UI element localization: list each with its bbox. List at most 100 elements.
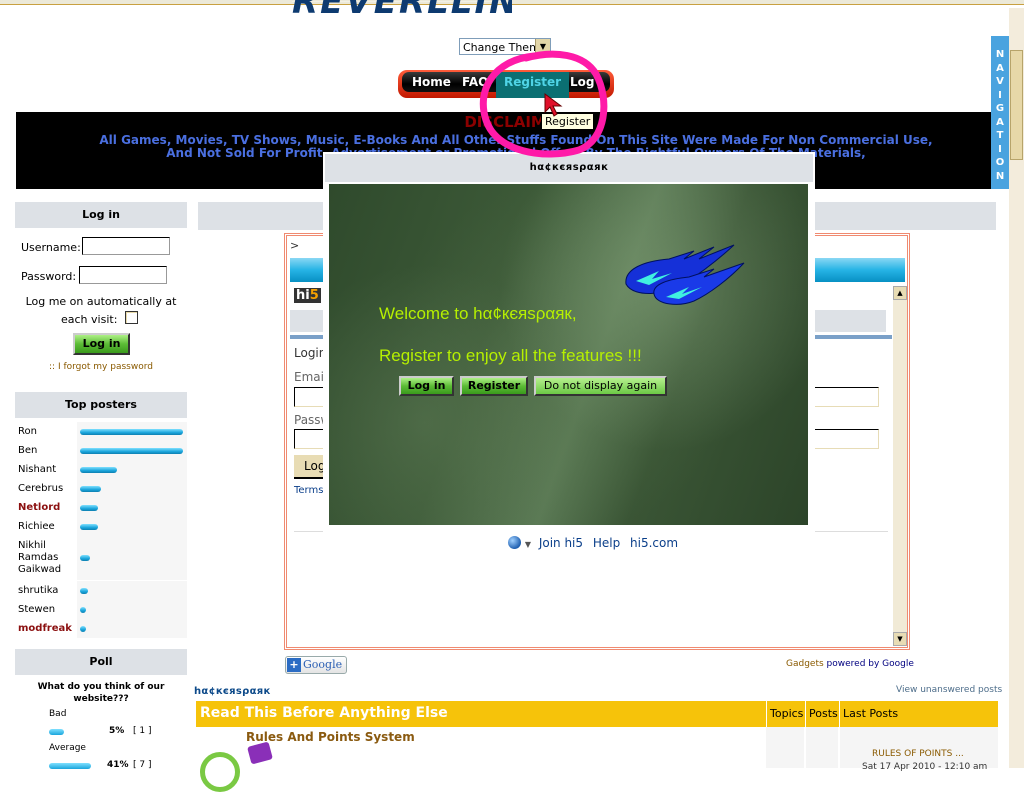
- side-tab-letter: N: [995, 170, 1005, 182]
- category-header: Read This Before Anything Else Topics Po…: [196, 701, 998, 727]
- top-poster-bar: [80, 428, 183, 435]
- top-poster-bar-cell: [77, 536, 187, 580]
- hi5-com-link[interactable]: hi5.com: [630, 536, 678, 550]
- hi5-logo: hi5: [294, 288, 321, 303]
- last-post-link[interactable]: RULES OF POINTS ...: [872, 749, 964, 759]
- top-poster-name[interactable]: Nishant: [18, 464, 76, 476]
- password-input[interactable]: [79, 266, 167, 284]
- username-input[interactable]: [82, 237, 170, 255]
- column-topics: Topics: [770, 707, 804, 720]
- powered-by-google[interactable]: powered by Google: [827, 659, 914, 669]
- poll-option-votes: [ 7 ]: [133, 760, 152, 770]
- side-tab-letter: N: [995, 49, 1005, 60]
- top-poster-row: Ben: [15, 441, 187, 460]
- login-submit-button[interactable]: Log in: [73, 333, 130, 355]
- modal-login-button[interactable]: Log in: [399, 376, 454, 396]
- top-poster-bar: [80, 625, 86, 632]
- navigation-side-tab[interactable]: N A V I G A T I O N: [991, 36, 1009, 189]
- add-to-google-button[interactable]: + Google: [285, 656, 347, 674]
- top-poster-name[interactable]: Ron: [18, 426, 76, 438]
- side-tab-letter: A: [996, 116, 1004, 128]
- top-poster-row: shrutika: [15, 581, 187, 600]
- modal-background-image: Welcome to hα¢кєяѕραяк, Register to enjo…: [329, 184, 808, 525]
- poll-option-label: Average: [49, 743, 86, 753]
- globe-icon[interactable]: [508, 536, 521, 549]
- hi5-terms-link[interactable]: Terms: [294, 485, 323, 496]
- scroll-down-icon[interactable]: ▼: [893, 632, 907, 646]
- welcome-text: Welcome to hα¢кєяѕραяк,: [379, 304, 577, 323]
- top-poster-bar: [80, 606, 86, 613]
- topics-cell: [766, 727, 804, 768]
- welcome-modal: hα¢кєяѕραяк Welcome to hα¢кєяѕραяк, Regi…: [323, 152, 815, 532]
- remember-checkbox[interactable]: [125, 311, 138, 324]
- forum-name-link[interactable]: hα¢кєяѕραяк: [194, 686, 271, 697]
- forum-title-link[interactable]: Rules And Points System: [246, 730, 415, 744]
- view-unanswered-link[interactable]: View unanswered posts: [896, 685, 1002, 695]
- scroll-up-icon[interactable]: ▲: [893, 286, 907, 300]
- top-poster-bar-cell: [77, 422, 187, 441]
- column-last-posts: Last Posts: [843, 707, 899, 720]
- top-poster-row: Ron: [15, 422, 187, 441]
- plus-icon: +: [287, 658, 301, 672]
- side-tab-letter: V: [996, 76, 1004, 87]
- top-poster-row: modfreak: [15, 619, 187, 638]
- top-poster-name[interactable]: shrutika: [18, 585, 76, 597]
- hi5-login-label: Login: [294, 346, 327, 360]
- top-poster-bar: [80, 555, 90, 561]
- top-poster-name[interactable]: Cerebrus: [18, 483, 76, 495]
- side-tab-letter: O: [995, 157, 1005, 168]
- top-poster-bar: [80, 523, 98, 530]
- modal-register-button[interactable]: Register: [460, 376, 528, 396]
- poll-option-percent: 5%: [109, 726, 125, 736]
- top-poster-bar: [80, 447, 183, 454]
- help-link[interactable]: Help: [593, 536, 620, 550]
- remember-label-2: each visit:: [61, 313, 118, 326]
- gadget-prefix: >: [290, 239, 300, 252]
- add-google-label: Google: [303, 658, 343, 671]
- top-poster-name[interactable]: Netlord: [18, 502, 76, 514]
- login-block-title: Log in: [15, 202, 187, 228]
- forgot-password-link[interactable]: :: I forgot my password: [15, 362, 187, 372]
- side-tab-letter: G: [995, 103, 1005, 114]
- top-poster-bar-cell: [77, 479, 187, 498]
- top-poster-row: Nishant: [15, 460, 187, 479]
- top-poster-bar: [80, 485, 101, 492]
- poll-option-bar: [49, 729, 64, 735]
- top-poster-bar-cell: [77, 619, 187, 638]
- scrollbar-thumb[interactable]: [1010, 50, 1023, 160]
- gadgets-link[interactable]: Gadgets: [786, 659, 824, 669]
- poll-option-percent: 41%: [107, 760, 129, 770]
- side-tab-letter: T: [996, 130, 1004, 141]
- top-poster-row: Stewen: [15, 600, 187, 619]
- logo-text: REVERLLING: [292, 0, 512, 22]
- hi5-footer-links: ▼ Join hi5 Help hi5.com: [508, 536, 678, 550]
- top-poster-bar-cell: [77, 517, 187, 536]
- top-poster-bar: [80, 504, 98, 511]
- top-poster-name[interactable]: modfreak: [18, 623, 76, 635]
- top-poster-name[interactable]: Ben: [18, 445, 76, 457]
- join-hi5-link[interactable]: Join hi5: [539, 536, 583, 550]
- gadget-scrollbar[interactable]: ▲ ▼: [893, 286, 907, 646]
- forum-status-icon: [200, 752, 240, 792]
- register-prompt: Register to enjoy all the features !!!: [379, 346, 642, 365]
- dropdown-arrow-icon[interactable]: ▼: [525, 540, 531, 549]
- category-title[interactable]: Read This Before Anything Else: [200, 705, 448, 721]
- poll-question: What do you think of our website???: [37, 682, 165, 704]
- column-posts: Posts: [809, 707, 838, 720]
- poll-title: Poll: [15, 649, 187, 675]
- poll-option-bar: [49, 763, 91, 769]
- top-poster-bar: [80, 587, 88, 594]
- site-logo[interactable]: REVERLLING: [292, 0, 512, 28]
- top-poster-name[interactable]: Stewen: [18, 604, 76, 616]
- top-poster-name[interactable]: Richiee: [18, 521, 76, 533]
- username-label: Username:: [21, 241, 81, 254]
- last-post-date: Sat 17 Apr 2010 - 12:10 am: [862, 762, 988, 772]
- do-not-display-button[interactable]: Do not display again: [534, 376, 667, 396]
- password-label: Password:: [21, 270, 77, 283]
- top-poster-name[interactable]: Nikhil Ramdas Gaikwad: [18, 540, 76, 576]
- poll-option-label: Bad: [49, 709, 67, 719]
- nav-home[interactable]: Home: [412, 72, 451, 92]
- top-poster-row: Nikhil Ramdas Gaikwad: [15, 536, 187, 580]
- browser-top-edge: [0, 0, 1024, 5]
- column-separator: [766, 701, 767, 727]
